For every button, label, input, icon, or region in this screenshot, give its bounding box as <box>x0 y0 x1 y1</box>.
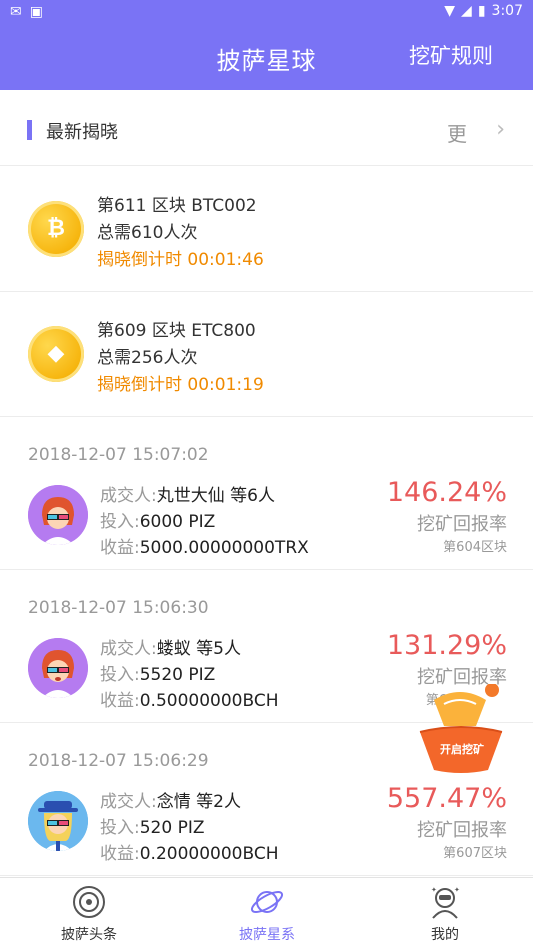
block-number: 第607区块 <box>443 846 507 861</box>
tab-profile-label: 我的 <box>431 927 459 943</box>
income-amount: 0.50000000BCH <box>139 691 279 711</box>
wifi-icon: ▼ <box>444 3 456 19</box>
avatar <box>28 791 88 851</box>
invest-line: 投入:520 PIZ <box>100 818 205 838</box>
buyer-line: 成交人:蝼蚁 等5人 <box>100 639 241 659</box>
section-accent-bar <box>27 120 32 140</box>
buyer-line: 成交人:念情 等2人 <box>100 792 241 812</box>
return-rate: 557.47% <box>386 783 507 814</box>
buyer-line: 成交人:丸世大仙 等6人 <box>100 486 275 506</box>
tab-galaxy[interactable]: 披萨星系 <box>178 878 356 948</box>
total-needed: 总需610人次 <box>97 223 198 243</box>
buyer-name: 念情 等2人 <box>156 792 241 812</box>
svg-text:✦: ✦ <box>454 886 460 894</box>
countdown: 揭晓倒计时 00:01:46 <box>97 250 264 270</box>
tab-profile[interactable]: ✦ ✦ 我的 <box>356 878 533 948</box>
tab-news-label: 披萨头条 <box>61 927 117 943</box>
invest-line: 投入:6000 PIZ <box>100 512 216 532</box>
invest-amount: 6000 PIZ <box>139 512 216 532</box>
income-line: 收益:5000.00000000TRX <box>100 538 309 558</box>
mining-rules-button[interactable]: 挖矿规则 <box>409 40 493 70</box>
announcement-item[interactable]: ₿ 第611 区块 BTC002 总需610人次 揭晓倒计时 00:01:46 <box>0 167 533 292</box>
planet-icon <box>250 891 284 913</box>
return-rate-block: 146.24% 挖矿回报率 第604区块 <box>387 477 507 555</box>
record-date: 2018-12-07 15:07:02 <box>28 445 209 465</box>
income-line: 收益:0.50000000BCH <box>100 691 279 711</box>
return-rate-label: 挖矿回报率 <box>417 820 507 841</box>
latest-reveal-header: 最新揭晓 更 › <box>0 96 533 166</box>
announcement-item[interactable]: ◆ 第609 区块 ETC800 总需256人次 揭晓倒计时 00:01:19 <box>0 292 533 417</box>
countdown: 揭晓倒计时 00:01:19 <box>97 375 264 395</box>
chevron-right-icon[interactable]: › <box>496 117 505 142</box>
block-title: 第611 区块 BTC002 <box>97 196 257 216</box>
start-mining-float-button[interactable]: 开启挖矿 <box>416 683 506 774</box>
bottom-tab-bar: 披萨头条 披萨星系 ✦ ✦ 我的 <box>0 877 533 947</box>
tab-galaxy-label: 披萨星系 <box>239 927 295 943</box>
total-needed: 总需256人次 <box>97 348 198 368</box>
record-item[interactable]: 2018-12-07 15:07:02 成交人:丸世大仙 等6人 投入:6000… <box>0 417 533 570</box>
return-rate: 146.24% <box>386 477 507 508</box>
avatar <box>28 485 88 545</box>
block-title: 第609 区块 ETC800 <box>97 321 256 341</box>
btc-coin-icon: ₿ <box>28 201 84 257</box>
invest-line: 投入:5520 PIZ <box>100 665 216 685</box>
avatar <box>28 638 88 698</box>
record-date: 2018-12-07 15:06:29 <box>28 751 209 771</box>
return-rate-block: 557.47% 挖矿回报率 第607区块 <box>387 783 507 861</box>
start-mining-label: 开启挖矿 <box>440 743 484 756</box>
tab-news[interactable]: 披萨头条 <box>0 878 178 948</box>
news-icon <box>73 886 105 918</box>
notification-icon: ✉ <box>10 4 22 20</box>
invest-amount: 520 PIZ <box>139 818 205 838</box>
section-title: 最新揭晓 <box>46 122 118 143</box>
buyer-name: 蝼蚁 等5人 <box>156 639 241 659</box>
income-amount: 0.20000000BCH <box>139 844 279 864</box>
record-date: 2018-12-07 15:06:30 <box>28 598 209 618</box>
pizza-bowl-icon <box>419 683 503 773</box>
battery-icon: ▮ <box>477 3 486 19</box>
etc-coin-icon: ◆ <box>28 326 84 382</box>
return-rate: 131.29% <box>386 630 507 661</box>
app-bar: 披萨星球 挖矿规则 <box>0 24 533 90</box>
signal-icon: ◢ <box>461 3 472 19</box>
app-notification-icon: ▣ <box>29 4 43 20</box>
more-button[interactable]: 更 <box>447 118 467 147</box>
status-bar: ✉ ▣ ▼ ◢ ▮ 3:07 <box>0 0 533 24</box>
buyer-name: 丸世大仙 等6人 <box>156 486 275 506</box>
income-amount: 5000.00000000TRX <box>139 538 309 558</box>
block-number: 第604区块 <box>443 540 507 555</box>
invest-amount: 5520 PIZ <box>139 665 216 685</box>
status-time: 3:07 <box>491 3 523 19</box>
svg-text:✦: ✦ <box>431 886 437 894</box>
income-line: 收益:0.20000000BCH <box>100 844 279 864</box>
return-rate-label: 挖矿回报率 <box>417 514 507 535</box>
profile-icon: ✦ ✦ <box>431 886 460 919</box>
